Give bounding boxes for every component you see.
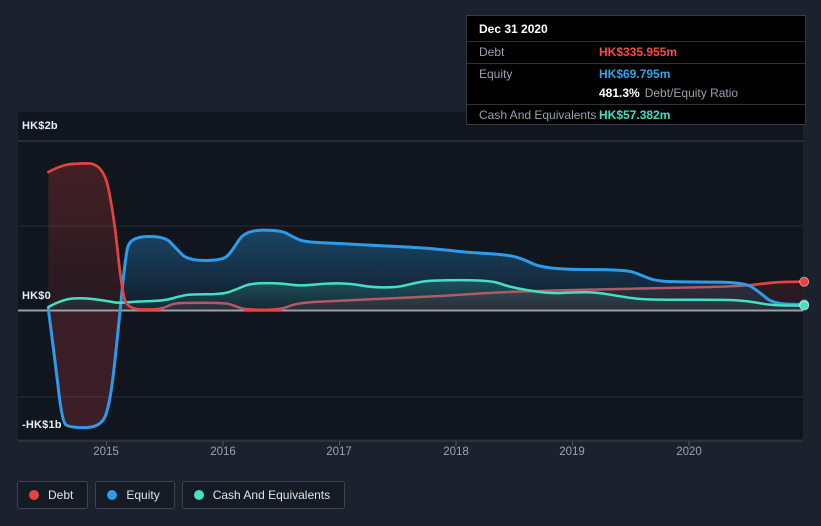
cash-endpoint-dot	[799, 300, 810, 311]
x-axis-label-2016: 2016	[210, 446, 236, 458]
tooltip-equity-label: Equity	[479, 67, 513, 81]
tooltip-ratio: 481.3% Debt/Equity Ratio	[599, 86, 738, 100]
legend-item-cash[interactable]: Cash And Equivalents	[181, 481, 346, 509]
equity-dot-icon	[107, 490, 118, 500]
tooltip-equity-value: HK$69.795m	[599, 67, 671, 81]
x-axis-label-2020: 2020	[676, 446, 702, 458]
tooltip-row-cash: Cash And Equivalents HK$57.382m	[467, 105, 805, 124]
chart-legend: Debt Equity Cash And Equivalents	[17, 481, 346, 509]
legend-debt-label: Debt	[48, 488, 74, 502]
x-axis-label-2019: 2019	[559, 446, 585, 458]
tooltip-debt-value: HK$335.955m	[599, 45, 678, 59]
legend-item-equity[interactable]: Equity	[95, 481, 175, 509]
tooltip-ratio-pct: 481.3%	[599, 86, 640, 100]
x-axis-label-2015: 2015	[93, 446, 119, 458]
hover-tooltip: Dec 31 2020 Debt HK$335.955m Equity HK$6…	[466, 15, 806, 125]
legend-item-debt[interactable]: Debt	[17, 481, 89, 509]
x-axis-label-2018: 2018	[443, 446, 469, 458]
cash-dot-icon	[193, 490, 204, 500]
legend-cash-label: Cash And Equivalents	[212, 488, 331, 502]
x-axis-label-2017: 2017	[326, 446, 352, 458]
page-background: HK$2b HK$0 -HK$1b 2015 2016 2017 2018 20…	[0, 0, 821, 526]
tooltip-debt-label: Debt	[479, 45, 505, 59]
tooltip-row-equity: Equity HK$69.795m	[467, 64, 805, 83]
tooltip-ratio-label: Debt/Equity Ratio	[644, 86, 739, 100]
y-axis-label-0: HK$0	[22, 290, 51, 302]
debt-dot-icon	[29, 490, 39, 500]
tooltip-cash-value: HK$57.382m	[599, 108, 671, 122]
y-axis-label-2b: HK$2b	[22, 120, 58, 132]
tooltip-row-debt: Debt HK$335.955m	[467, 42, 805, 64]
legend-equity-label: Equity	[126, 488, 160, 502]
tooltip-date: Dec 31 2020	[467, 16, 805, 42]
y-axis-label-neg1b: -HK$1b	[22, 419, 62, 431]
debt-endpoint-dot	[799, 276, 810, 287]
tooltip-row-ratio: 481.3% Debt/Equity Ratio	[467, 83, 805, 105]
tooltip-cash-label: Cash And Equivalents	[479, 108, 597, 122]
